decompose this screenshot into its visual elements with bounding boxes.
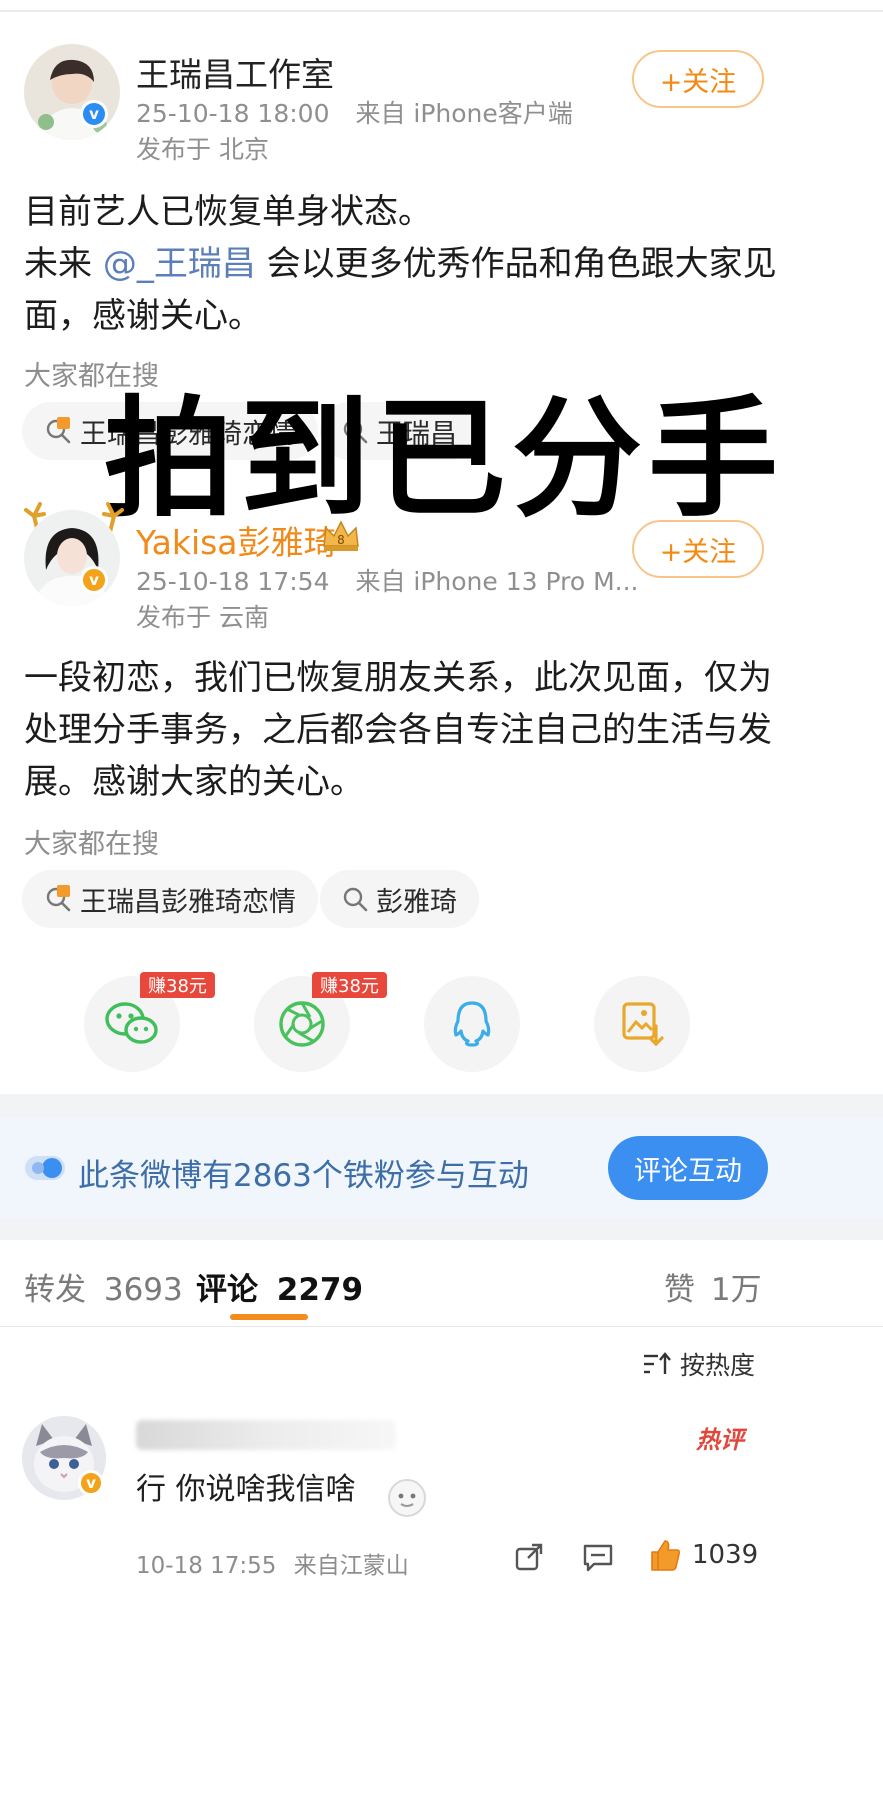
wechat-icon <box>105 1002 158 1044</box>
post-text-line: 展。感谢大家的关心。 <box>24 762 364 802</box>
tab-likes-label: 赞 <box>664 1272 695 1308</box>
post-content: 目前艺人已恢复单身状态。 未来 @_王瑞昌 会以更多优秀作品和角色跟大家见 面，… <box>24 186 854 342</box>
like-comment-button[interactable]: 1039 <box>648 1538 758 1572</box>
post-text-line: 目前艺人已恢复单身状态。 <box>24 192 432 232</box>
overlay-caption: 拍到已分手 <box>104 383 785 535</box>
post-location: 发布于 北京 <box>136 135 269 164</box>
tab-repost-label: 转发 <box>24 1272 86 1308</box>
search-icon <box>342 886 368 912</box>
hot-search-chip[interactable]: 王瑞昌彭雅琦恋情 <box>22 870 318 928</box>
mention-link[interactable]: @_王瑞昌 <box>103 244 256 284</box>
thumbs-up-icon <box>651 1540 681 1571</box>
save-image-button[interactable] <box>594 976 690 1072</box>
earn-badge: 赚38元 <box>140 972 215 998</box>
post-source: 来自 iPhone客户端 <box>355 99 573 128</box>
hot-search-chip-label: 彭雅琦 <box>376 886 457 918</box>
follow-button[interactable]: +关注 <box>632 50 764 108</box>
sort-by-hot-button[interactable]: 按热度 <box>642 1346 755 1382</box>
active-tab-indicator <box>230 1314 308 1320</box>
tab-repost-count: 3693 <box>103 1272 183 1308</box>
post-location: 发布于 云南 <box>136 603 269 632</box>
post-content: 一段初恋，我们已恢复朋友关系，此次见面，仅为 处理分手事务，之后都会各自专注自己… <box>24 652 854 808</box>
author-name[interactable]: Yakisa彭雅琦 <box>136 516 337 564</box>
sticker-icon <box>382 1474 432 1524</box>
svg-text:8: 8 <box>337 533 345 547</box>
sort-label: 按热度 <box>680 1351 756 1380</box>
save-image-icon <box>622 1002 664 1047</box>
tab-comments-label: 评论 <box>196 1272 258 1308</box>
sort-icon <box>644 1352 671 1374</box>
earn-badge: 赚38元 <box>312 972 387 998</box>
post-timestamp: 25-10-18 18:00 <box>136 99 330 128</box>
toggle-icon <box>24 1154 66 1186</box>
qq-icon <box>453 1001 491 1047</box>
post-text: 未来 <box>24 244 103 284</box>
post-text-line: 面，感谢关心。 <box>24 296 262 336</box>
share-qq-button[interactable] <box>424 976 520 1072</box>
tab-comments-count: 2279 <box>276 1272 364 1308</box>
comment-source: 来自江蒙山 <box>293 1553 409 1579</box>
post-source: 来自 iPhone 13 Pro M... <box>355 567 639 596</box>
post-meta: 25-10-18 17:54 来自 iPhone 13 Pro M... <box>136 562 639 598</box>
hot-search-chip[interactable]: 彭雅琦 <box>320 870 479 928</box>
comment-text: 行 你说啥我信啥 <box>136 1472 356 1507</box>
section-gap <box>0 1218 883 1240</box>
member-crown-icon: 8 <box>320 518 362 556</box>
hot-search-chip-label: 王瑞昌彭雅琦恋情 <box>80 886 296 918</box>
verified-badge-icon: v <box>80 100 108 128</box>
tab-comments[interactable]: 评论 2279 <box>196 1264 363 1309</box>
banner-text: 此条微博有2863个铁粉参与互动 <box>78 1158 529 1194</box>
reply-comment-icon[interactable] <box>582 1542 614 1576</box>
author-avatar[interactable] <box>24 510 120 606</box>
moments-icon <box>279 1001 325 1047</box>
hot-search-icon <box>44 885 72 913</box>
tab-repost[interactable]: 转发 3693 <box>24 1264 183 1309</box>
comment-interact-button[interactable]: 评论互动 <box>608 1136 768 1200</box>
post-meta: 25-10-18 18:00 来自 iPhone客户端 <box>136 94 573 130</box>
post-text-line: 处理分手事务，之后都会各自专注自己的生活与发 <box>24 710 772 750</box>
hot-search-label: 大家都在搜 <box>24 829 159 860</box>
comment-timestamp: 10-18 17:55 <box>136 1553 277 1579</box>
comment-meta: 10-18 17:55 来自江蒙山 <box>136 1546 409 1580</box>
post-text-line: 未来 @_王瑞昌 会以更多优秀作品和角色跟大家见 <box>24 238 854 290</box>
post-text-line: 一段初恋，我们已恢复朋友关系，此次见面，仅为 <box>24 658 772 698</box>
commenter-name-blurred[interactable] <box>136 1420 396 1450</box>
vip-badge-icon: v <box>78 1470 104 1496</box>
tab-likes-count: 1万 <box>710 1272 762 1308</box>
tab-likes[interactable]: 赞 1万 <box>664 1264 762 1309</box>
comment-like-count: 1039 <box>692 1540 759 1570</box>
hot-comment-tag: 热评 <box>696 1426 744 1454</box>
author-avatar[interactable] <box>24 44 120 140</box>
post-timestamp: 25-10-18 17:54 <box>136 567 330 596</box>
tab-divider <box>0 1326 883 1327</box>
post-text: 会以更多优秀作品和角色跟大家见 <box>255 244 777 284</box>
top-divider <box>0 10 883 12</box>
author-name[interactable]: 王瑞昌工作室 <box>136 48 334 96</box>
hot-search-icon <box>44 417 72 445</box>
verified-badge-icon: v <box>80 566 108 594</box>
follow-button[interactable]: +关注 <box>632 520 764 578</box>
section-gap <box>0 1094 883 1118</box>
share-comment-icon[interactable] <box>514 1542 544 1576</box>
